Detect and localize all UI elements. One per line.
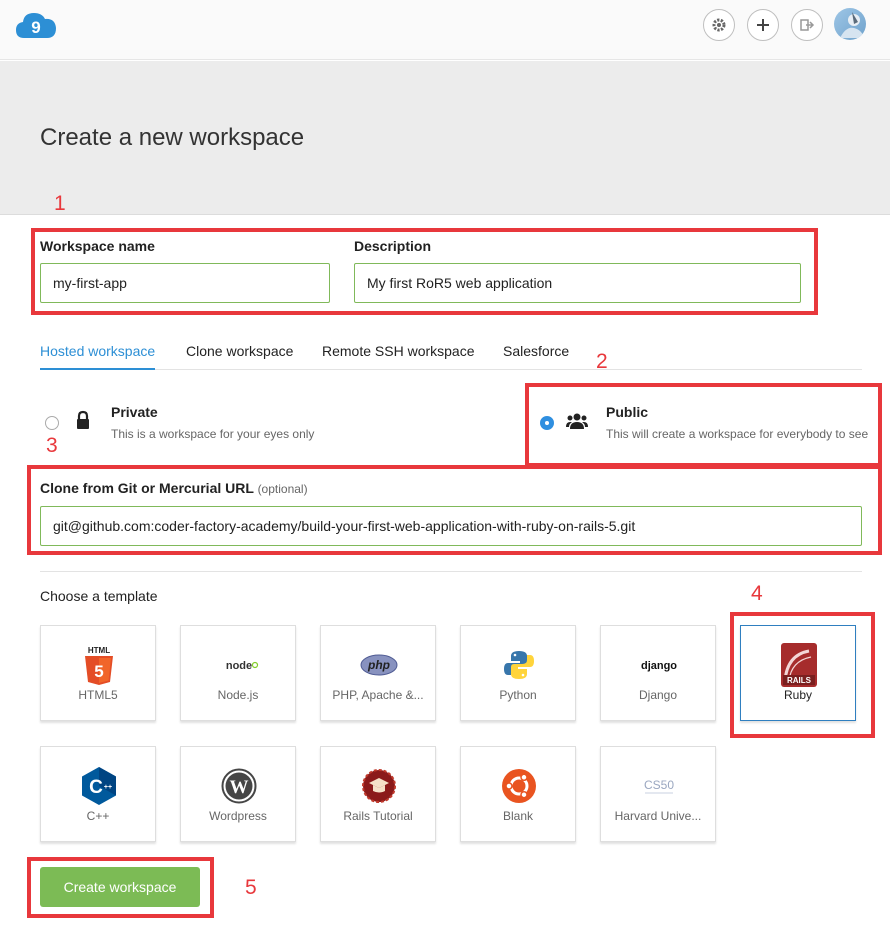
nodejs-logo-text: node bbox=[226, 660, 252, 672]
svg-text:C: C bbox=[89, 777, 103, 798]
tab-salesforce[interactable]: Salesforce bbox=[503, 343, 569, 370]
django-logo-text: django bbox=[641, 660, 677, 672]
section-divider bbox=[40, 571, 862, 572]
annotation-number-2: 2 bbox=[596, 350, 608, 373]
template-name: HTML5 bbox=[78, 688, 118, 702]
template-name: Rails Tutorial bbox=[343, 809, 413, 823]
annotation-number-3: 3 bbox=[46, 434, 58, 457]
tab-hosted-workspace[interactable]: Hosted workspace bbox=[40, 343, 156, 370]
php-icon: php bbox=[359, 644, 399, 686]
add-plus-icon[interactable] bbox=[747, 9, 779, 41]
template-card-django[interactable]: django Django bbox=[600, 625, 716, 721]
template-card-ruby[interactable]: RAILS Ruby bbox=[740, 625, 856, 721]
annotation-number-1: 1 bbox=[54, 192, 66, 215]
clone-url-optional-hint: (optional) bbox=[257, 482, 308, 496]
template-name: Python bbox=[499, 688, 537, 702]
annotation-number-4: 4 bbox=[751, 582, 763, 605]
page-header: Create a new workspace bbox=[0, 61, 890, 215]
users-icon bbox=[566, 412, 588, 430]
svg-text:W: W bbox=[230, 777, 249, 798]
ubuntu-icon bbox=[499, 765, 539, 807]
svg-text:++: ++ bbox=[104, 784, 112, 791]
choose-template-label: Choose a template bbox=[40, 588, 158, 604]
svg-text:5: 5 bbox=[94, 662, 103, 681]
template-name: Ruby bbox=[783, 688, 812, 702]
settings-gear-icon[interactable] bbox=[703, 9, 735, 41]
tab-clone-workspace[interactable]: Clone workspace bbox=[186, 343, 293, 370]
svg-text:9: 9 bbox=[31, 18, 40, 37]
private-radio[interactable] bbox=[45, 416, 59, 430]
public-option-title: Public bbox=[606, 404, 649, 420]
workspace-name-label: Workspace name bbox=[40, 238, 155, 254]
rails-logo-text: RAILS bbox=[787, 676, 812, 685]
html5-icon: HTML 5 bbox=[79, 644, 119, 686]
private-option-description: This is a workspace for your eyes only bbox=[111, 427, 315, 441]
template-name: Django bbox=[638, 688, 678, 702]
cpp-icon: C ++ bbox=[79, 765, 119, 807]
description-input[interactable]: My first RoR5 web application bbox=[354, 263, 801, 303]
clone-url-label: Clone from Git or Mercurial URL (optiona… bbox=[40, 480, 308, 496]
template-name: C++ bbox=[86, 809, 110, 823]
template-name: Wordpress bbox=[209, 809, 267, 823]
tab-remote-ssh-workspace[interactable]: Remote SSH workspace bbox=[322, 343, 475, 370]
template-card-php[interactable]: php PHP, Apache &... bbox=[320, 625, 436, 721]
template-card-cpp[interactable]: C ++ C++ bbox=[40, 746, 156, 842]
private-option-title: Private bbox=[111, 404, 158, 420]
template-card-nodejs[interactable]: node Node.js bbox=[180, 625, 296, 721]
annotation-number-5: 5 bbox=[245, 876, 257, 899]
user-avatar[interactable] bbox=[834, 8, 866, 40]
rails-tutorial-icon bbox=[359, 765, 399, 807]
python-icon bbox=[499, 644, 539, 686]
php-logo-text: php bbox=[367, 658, 390, 672]
create-workspace-button[interactable]: Create workspace bbox=[40, 867, 200, 907]
cloud9-logo-icon[interactable]: 9 bbox=[14, 10, 58, 40]
template-name: Node.js bbox=[217, 688, 259, 702]
template-name: PHP, Apache &... bbox=[332, 688, 424, 702]
template-card-html5[interactable]: HTML 5 HTML5 bbox=[40, 625, 156, 721]
template-card-rails-tutorial[interactable]: Rails Tutorial bbox=[320, 746, 436, 842]
page-title: Create a new workspace bbox=[40, 124, 305, 151]
template-card-python[interactable]: Python bbox=[460, 625, 576, 721]
lock-icon bbox=[74, 410, 92, 430]
clone-url-input[interactable]: git@github.com:coder-factory-academy/bui… bbox=[40, 506, 862, 546]
top-bar: 9 bbox=[0, 0, 890, 60]
description-label: Description bbox=[354, 238, 432, 254]
template-card-harvard[interactable]: CS50 Harvard Unive... bbox=[600, 746, 716, 842]
template-name: Blank bbox=[502, 809, 534, 823]
cs50-logo-text: CS50 bbox=[644, 778, 674, 792]
workspace-type-tabs: Hosted workspace Clone workspace Remote … bbox=[40, 340, 862, 370]
public-option-description: This will create a workspace for everybo… bbox=[606, 427, 869, 441]
public-radio[interactable] bbox=[540, 416, 554, 430]
wordpress-icon: W bbox=[219, 765, 259, 807]
template-card-wordpress[interactable]: W Wordpress bbox=[180, 746, 296, 842]
cs50-icon: CS50 bbox=[639, 765, 679, 807]
template-name: Harvard Unive... bbox=[614, 809, 702, 823]
workspace-name-input[interactable]: my-first-app bbox=[40, 263, 330, 303]
sign-out-icon[interactable] bbox=[791, 9, 823, 41]
nodejs-icon: node bbox=[219, 644, 259, 686]
template-card-blank[interactable]: Blank bbox=[460, 746, 576, 842]
rails-icon: RAILS bbox=[779, 643, 819, 687]
svg-text:HTML: HTML bbox=[88, 646, 110, 655]
django-icon: django bbox=[639, 644, 679, 686]
